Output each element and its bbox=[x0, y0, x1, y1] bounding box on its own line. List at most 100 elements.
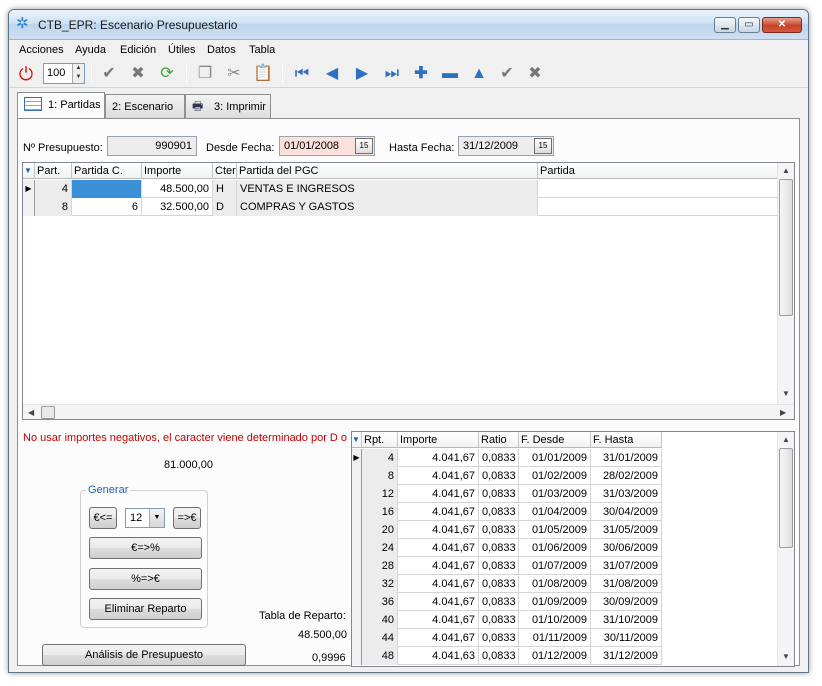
cell-rpt[interactable]: 48 bbox=[362, 647, 398, 665]
next-record-icon[interactable]: ▶ bbox=[351, 63, 373, 85]
col-part[interactable]: Part. bbox=[35, 163, 72, 179]
cell-desde[interactable]: 01/12/2009 bbox=[519, 647, 591, 665]
table-row[interactable]: 28 4.041,67 0,0833 01/07/2009 31/07/2009 bbox=[352, 557, 662, 575]
cell-rpt[interactable]: 16 bbox=[362, 503, 398, 521]
maximize-button[interactable]: ▭ bbox=[738, 17, 760, 33]
cell-ratio[interactable]: 0,0833 bbox=[479, 521, 519, 539]
cell-importe[interactable]: 4.041,67 bbox=[398, 611, 479, 629]
table-row[interactable]: 24 4.041,67 0,0833 01/06/2009 30/06/2009 bbox=[352, 539, 662, 557]
euro-to-percent-button[interactable]: €=>% bbox=[89, 537, 202, 559]
sort-indicator-icon[interactable]: ▼ bbox=[352, 432, 362, 448]
col-importe[interactable]: Importe bbox=[142, 163, 213, 179]
cell-hasta[interactable]: 31/01/2009 bbox=[591, 449, 662, 467]
col-rpt[interactable]: Rpt. bbox=[362, 432, 398, 448]
table-row[interactable]: 12 4.041,67 0,0833 01/03/2009 31/03/2009 bbox=[352, 485, 662, 503]
cell-importe[interactable]: 4.041,67 bbox=[398, 449, 479, 467]
cell-rpt[interactable]: 20 bbox=[362, 521, 398, 539]
col-partida-c[interactable]: Partida C. bbox=[72, 163, 142, 179]
add-record-icon[interactable]: ✚ bbox=[410, 63, 432, 85]
cell-desde[interactable]: 01/06/2009 bbox=[519, 539, 591, 557]
tab-partidas[interactable]: 1: Partidas bbox=[17, 92, 105, 118]
percent-to-euro-button[interactable]: %=>€ bbox=[89, 568, 202, 590]
cell-hasta[interactable]: 31/05/2009 bbox=[591, 521, 662, 539]
cell-importe[interactable]: 4.041,63 bbox=[398, 647, 479, 665]
cell-ratio[interactable]: 0,0833 bbox=[479, 647, 519, 665]
cell-hasta[interactable]: 30/04/2009 bbox=[591, 503, 662, 521]
refresh-icon[interactable]: ⟳ bbox=[156, 63, 178, 85]
scroll-up-icon[interactable]: ▲ bbox=[782, 435, 790, 444]
table-row[interactable]: ▶ 4 7 48.500,00 H VENTAS E INGRESOS bbox=[23, 180, 779, 198]
up-icon[interactable]: ▲ bbox=[468, 63, 490, 85]
cell-desde[interactable]: 01/03/2009 bbox=[519, 485, 591, 503]
tab-escenario[interactable]: 2: Escenario bbox=[105, 94, 185, 118]
spinner-arrows-icon[interactable]: ▲ ▼ bbox=[72, 64, 84, 83]
cell-hasta[interactable]: 30/06/2009 bbox=[591, 539, 662, 557]
cell-ratio[interactable]: 0,0833 bbox=[479, 575, 519, 593]
cell-importe[interactable]: 4.041,67 bbox=[398, 629, 479, 647]
col-partida-pgc[interactable]: Partida del PGC bbox=[237, 163, 538, 179]
cut-icon[interactable]: ✂ bbox=[223, 63, 245, 85]
scroll-thumb[interactable] bbox=[779, 448, 793, 548]
cell-rpt[interactable]: 36 bbox=[362, 593, 398, 611]
cell-importe[interactable]: 48.500,00 bbox=[142, 180, 213, 198]
cell-partida-c[interactable]: 6 bbox=[72, 198, 142, 216]
col-importe[interactable]: Importe bbox=[398, 432, 479, 448]
cell-desde[interactable]: 01/07/2009 bbox=[519, 557, 591, 575]
presupuesto-field[interactable]: 990901 bbox=[107, 136, 197, 156]
menu-edicion[interactable]: Edición bbox=[120, 44, 156, 56]
menu-ayuda[interactable]: Ayuda bbox=[75, 44, 106, 56]
cell-rpt[interactable]: 4 bbox=[362, 449, 398, 467]
menu-acciones[interactable]: Acciones bbox=[19, 44, 64, 56]
cell-cter[interactable]: H bbox=[213, 180, 237, 198]
menu-utiles[interactable]: Útiles bbox=[168, 44, 196, 56]
table-row[interactable]: 8 6 32.500,00 D COMPRAS Y GASTOS bbox=[23, 198, 779, 216]
table-row[interactable]: 32 4.041,67 0,0833 01/08/2009 31/08/2009 bbox=[352, 575, 662, 593]
cell-rpt[interactable]: 40 bbox=[362, 611, 398, 629]
last-record-icon[interactable]: ⏭ bbox=[381, 63, 403, 85]
cell-hasta[interactable]: 28/02/2009 bbox=[591, 467, 662, 485]
calendar-icon[interactable]: 15 bbox=[355, 138, 373, 154]
reparto-vscrollbar[interactable]: ▲ ▼ bbox=[777, 432, 794, 666]
cell-hasta[interactable]: 31/12/2009 bbox=[591, 647, 662, 665]
cell-importe[interactable]: 32.500,00 bbox=[142, 198, 213, 216]
cell-hasta[interactable]: 30/11/2009 bbox=[591, 629, 662, 647]
partidas-vscrollbar[interactable]: ▲ ▼ bbox=[777, 163, 794, 404]
cell-partida-c[interactable]: 7 bbox=[72, 180, 142, 198]
cell-ratio[interactable]: 0,0833 bbox=[479, 593, 519, 611]
cell-importe[interactable]: 4.041,67 bbox=[398, 539, 479, 557]
cell-desde[interactable]: 01/11/2009 bbox=[519, 629, 591, 647]
eliminar-reparto-button[interactable]: Eliminar Reparto bbox=[89, 598, 202, 620]
cell-rpt[interactable]: 12 bbox=[362, 485, 398, 503]
euro-from-button[interactable]: €<= bbox=[89, 507, 117, 529]
cell-desde[interactable]: 01/05/2009 bbox=[519, 521, 591, 539]
scroll-up-icon[interactable]: ▲ bbox=[782, 166, 790, 175]
cancel-icon[interactable]: ✖ bbox=[524, 63, 546, 85]
cell-hasta[interactable]: 31/10/2009 bbox=[591, 611, 662, 629]
cell-ratio[interactable]: 0,0833 bbox=[479, 611, 519, 629]
cell-partida-pgc[interactable]: COMPRAS Y GASTOS bbox=[237, 198, 538, 216]
cell-hasta[interactable]: 31/08/2009 bbox=[591, 575, 662, 593]
partidas-hscrollbar[interactable]: ◀ ▶ bbox=[23, 404, 794, 419]
sort-indicator-icon[interactable]: ▼ bbox=[23, 163, 35, 179]
euro-to-button[interactable]: =>€ bbox=[173, 507, 201, 529]
cell-partida[interactable] bbox=[538, 198, 779, 216]
cell-desde[interactable]: 01/04/2009 bbox=[519, 503, 591, 521]
scroll-down-icon[interactable]: ▼ bbox=[782, 652, 790, 661]
cell-hasta[interactable]: 30/09/2009 bbox=[591, 593, 662, 611]
table-row[interactable]: 40 4.041,67 0,0833 01/10/2009 31/10/2009 bbox=[352, 611, 662, 629]
table-row[interactable]: ▶ 4 4.041,67 0,0833 01/01/2009 31/01/2009 bbox=[352, 449, 662, 467]
first-record-icon[interactable]: ⏮ bbox=[291, 63, 313, 85]
chevron-down-icon[interactable]: ▼ bbox=[149, 509, 164, 527]
scroll-left-icon[interactable]: ◀ bbox=[28, 408, 34, 417]
analisis-presupuesto-button[interactable]: Análisis de Presupuesto bbox=[42, 644, 246, 666]
cell-rpt[interactable]: 24 bbox=[362, 539, 398, 557]
cell-importe[interactable]: 4.041,67 bbox=[398, 575, 479, 593]
cell-ratio[interactable]: 0,0833 bbox=[479, 629, 519, 647]
cell-importe[interactable]: 4.041,67 bbox=[398, 485, 479, 503]
cell-importe[interactable]: 4.041,67 bbox=[398, 467, 479, 485]
title-bar[interactable]: ✲ CTB_EPR: Escenario Presupuestario ▁ ▭ … bbox=[9, 10, 808, 40]
cell-desde[interactable]: 01/08/2009 bbox=[519, 575, 591, 593]
col-partida[interactable]: Partida bbox=[538, 163, 779, 179]
cell-ratio[interactable]: 0,0833 bbox=[479, 539, 519, 557]
power-icon[interactable]: ⏻ bbox=[15, 63, 37, 85]
